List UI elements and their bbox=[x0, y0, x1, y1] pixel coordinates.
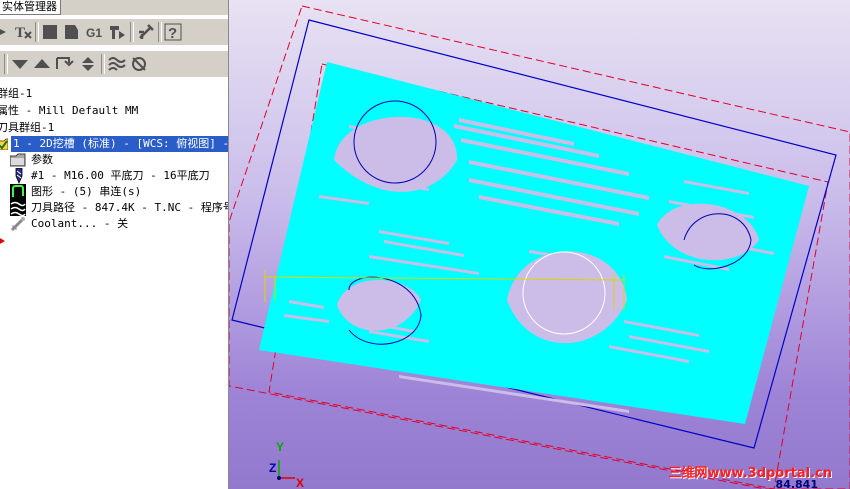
tree-row-geometry[interactable]: 图形 - (5) 串连(s) bbox=[0, 184, 228, 200]
folder-check-icon bbox=[0, 137, 9, 151]
insert-arrow-marker[interactable] bbox=[0, 232, 20, 248]
operations-toolbar-top: T G1 ? bbox=[0, 19, 228, 45]
svg-text:?: ? bbox=[168, 25, 177, 42]
toolbar-separator bbox=[158, 22, 162, 42]
toolbar-separator bbox=[101, 54, 105, 74]
graphics-viewport[interactable]: Y Z X 三维网www.3dportal.cn 84.841 bbox=[229, 0, 850, 489]
coordinate-readout: 84.841 bbox=[775, 478, 818, 489]
clear-toolpath-button[interactable]: T bbox=[13, 22, 33, 42]
operations-manager-panel: 实体管理器 T G1 ? 群组-1 属性 - Mill Default MM 刀… bbox=[0, 0, 229, 489]
tree-row-params[interactable]: 参数 bbox=[0, 152, 228, 168]
toolbar-separator bbox=[35, 22, 39, 42]
post-selected-button[interactable]: G1 bbox=[85, 22, 105, 42]
coolant-label: Coolant... - 关 bbox=[31, 217, 129, 230]
panel-tab-strip: 实体管理器 bbox=[0, 0, 228, 15]
tree-row-tool[interactable]: #1 - M16.00 平底刀 - 16平底刀 bbox=[0, 167, 228, 185]
scroll-up-down-icon[interactable] bbox=[78, 54, 98, 74]
params-label: 参数 bbox=[31, 153, 53, 166]
toggle-toolpath-display-icon[interactable] bbox=[107, 54, 127, 74]
toolbar-separator bbox=[4, 54, 8, 74]
axis-x-label: X bbox=[296, 476, 305, 489]
help-icon[interactable]: ? bbox=[163, 22, 183, 42]
tab-solids-manager[interactable]: 实体管理器 bbox=[0, 0, 61, 15]
svg-text:T: T bbox=[15, 25, 25, 41]
properties-label: 属性 - Mill Default MM bbox=[0, 104, 139, 117]
regenerate-button[interactable] bbox=[40, 22, 60, 42]
tool-label: #1 - M16.00 平底刀 - 16平底刀 bbox=[31, 169, 210, 182]
geometry-label: 图形 - (5) 串连(s) bbox=[31, 185, 142, 198]
toolpath-canvas bbox=[229, 5, 850, 489]
operations-tree: 群组-1 属性 - Mill Default MM 刀具群组-1 1 - 2D挖… bbox=[0, 86, 228, 489]
machine-group-label: 群组-1 bbox=[0, 87, 33, 100]
toolpath-label: 刀具路径 - 847.4K - T.NC - 程序号 bbox=[31, 201, 229, 214]
toolbar-separator bbox=[130, 22, 134, 42]
insert-arrow-icon[interactable] bbox=[54, 54, 74, 74]
axis-z-label: Z bbox=[269, 461, 277, 475]
svg-text:G1: G1 bbox=[86, 26, 102, 40]
edit-tool-button[interactable] bbox=[136, 22, 156, 42]
tree-row-toolpath[interactable]: 刀具路径 - 847.4K - T.NC - 程序号 bbox=[0, 200, 229, 217]
axis-y-label: Y bbox=[276, 440, 285, 454]
toolpath-group-label: 刀具群组-1 bbox=[0, 121, 55, 134]
regenerate-dirty-button[interactable] bbox=[61, 22, 81, 42]
tree-row-operation[interactable]: 1 - 2D挖槽 (标准) - [WCS: 俯视图] - bbox=[0, 136, 228, 152]
axis-triad bbox=[277, 460, 295, 480]
tree-row-coolant[interactable]: Coolant... - 关 bbox=[0, 216, 228, 232]
move-up-icon[interactable] bbox=[32, 54, 52, 74]
only-display-selected-icon[interactable] bbox=[129, 54, 149, 74]
operation-label: 1 - 2D挖槽 (标准) - [WCS: 俯视图] - bbox=[11, 136, 228, 152]
move-down-icon[interactable] bbox=[10, 54, 30, 74]
operations-toolbar-bottom bbox=[0, 51, 228, 77]
high-speed-button[interactable] bbox=[107, 22, 127, 42]
